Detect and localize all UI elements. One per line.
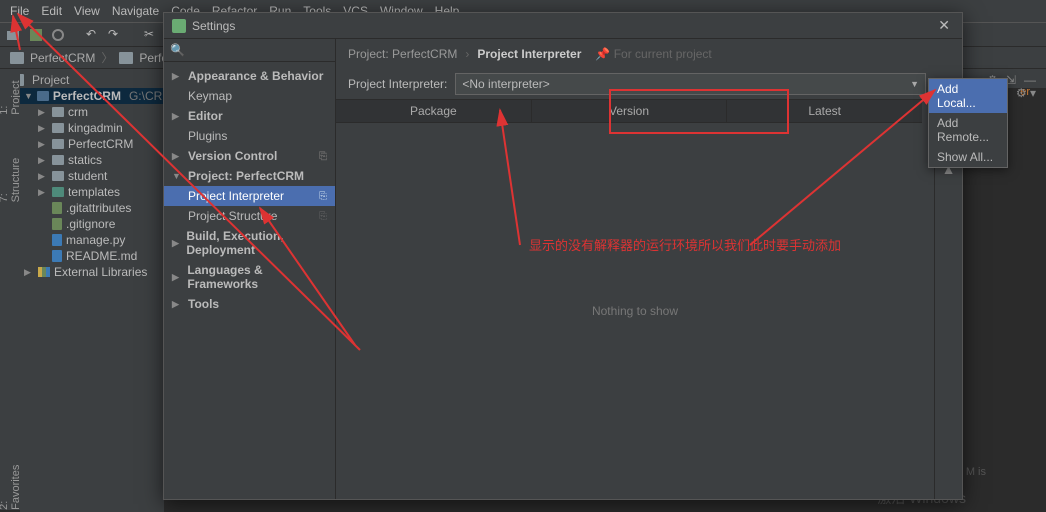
folder-icon <box>37 91 49 101</box>
undo-icon[interactable]: ↶ <box>86 27 102 43</box>
tab-project[interactable]: 1: Project <box>0 76 22 115</box>
search-icon: 🔍 <box>170 43 185 57</box>
interpreter-label: Project Interpreter: <box>348 77 447 91</box>
settings-dialog: Settings ✕ 🔍 ▶Appearance & Behavior Keym… <box>163 12 963 500</box>
scope-badge-icon: ⎘ <box>319 211 327 222</box>
app-icon <box>172 19 186 33</box>
tree-gitattributes[interactable]: .gitattributes <box>20 200 164 216</box>
settings-project-interpreter[interactable]: Project Interpreter⎘ <box>164 186 335 206</box>
close-icon[interactable]: ✕ <box>934 17 954 34</box>
annotation-text: 显示的没有解释器的运行环境所以我们此时要手动添加 <box>476 235 894 254</box>
settings-tree[interactable]: ▶Appearance & Behavior Keymap ▶Editor Pl… <box>164 62 335 499</box>
folder-icon <box>10 52 24 64</box>
scope-badge-icon: ⎘ <box>319 151 327 162</box>
menu-navigate[interactable]: Navigate <box>106 4 165 18</box>
settings-appearance[interactable]: ▶Appearance & Behavior <box>164 66 335 86</box>
library-icon <box>38 267 50 277</box>
settings-content: Project: PerfectCRM › Project Interprete… <box>336 39 962 499</box>
tree-gitignore[interactable]: .gitignore <box>20 216 164 232</box>
file-icon <box>52 218 62 230</box>
crumb-interpreter[interactable]: Project Interpreter <box>477 47 581 61</box>
folder-icon <box>52 171 64 181</box>
refresh-icon[interactable] <box>50 27 66 43</box>
folder-icon <box>119 52 133 64</box>
cut-icon[interactable]: ✂ <box>144 27 160 43</box>
menu-show-all[interactable]: Show All... <box>929 147 1007 167</box>
tab-favorites[interactable]: 2: Favorites <box>0 462 22 510</box>
tree-root[interactable]: ▼ PerfectCRM G:\CRM\Pe <box>20 88 164 104</box>
chevron-down-icon: ▼ <box>910 79 919 89</box>
pin-icon: 📌 <box>595 47 610 61</box>
dialog-titlebar[interactable]: Settings ✕ <box>164 13 962 39</box>
settings-vcs[interactable]: ▶Version Control⎘ <box>164 146 335 166</box>
project-label: Project <box>32 73 69 87</box>
tree-manage[interactable]: manage.py <box>20 232 164 248</box>
tree-root-path: G:\CRM\Pe <box>129 89 165 103</box>
tab-structure[interactable]: 7: Structure <box>0 155 22 202</box>
breadcrumb-project[interactable]: PerfectCRM <box>30 51 95 65</box>
empty-text: Nothing to show <box>592 304 678 318</box>
tree-crm[interactable]: ▶crm <box>20 104 164 120</box>
interpreter-dropdown[interactable]: <No interpreter> ▼ <box>455 73 926 95</box>
settings-keymap[interactable]: Keymap <box>164 86 335 106</box>
crumb-hint: 📌 For current project <box>595 47 711 61</box>
gear-icon[interactable]: ⚙ ▾ <box>1016 86 1036 100</box>
tree-templates[interactable]: ▶templates <box>20 184 164 200</box>
settings-tools[interactable]: ▶Tools <box>164 294 335 314</box>
file-icon <box>52 250 62 262</box>
open-icon[interactable] <box>6 27 22 43</box>
redo-icon[interactable]: ↷ <box>108 27 124 43</box>
python-file-icon <box>52 234 62 246</box>
left-tool-tabs: 1: Project 7: Structure 2: Favorites <box>0 70 20 510</box>
settings-build[interactable]: ▶Build, Execution, Deployment <box>164 226 335 260</box>
file-icon <box>52 202 62 214</box>
settings-project[interactable]: ▼Project: PerfectCRM <box>164 166 335 186</box>
tree-kingadmin[interactable]: ▶kingadmin <box>20 120 164 136</box>
tree-student[interactable]: ▶student <box>20 168 164 184</box>
tree-root-name: PerfectCRM <box>53 89 121 103</box>
settings-plugins[interactable]: Plugins <box>164 126 335 146</box>
interpreter-gear-menu: Add Local... Add Remote... Show All... <box>928 78 1008 168</box>
tree-perfectcrm[interactable]: ▶PerfectCRM <box>20 136 164 152</box>
menu-add-local[interactable]: Add Local... <box>929 79 1007 113</box>
interpreter-value: <No interpreter> <box>462 77 549 91</box>
folder-icon <box>52 123 64 133</box>
folder-icon <box>52 139 64 149</box>
settings-project-structure[interactable]: Project Structure⎘ <box>164 206 335 226</box>
menu-view[interactable]: View <box>68 4 106 18</box>
project-tree[interactable]: ▼ PerfectCRM G:\CRM\Pe ▶crm ▶kingadmin ▶… <box>20 88 165 512</box>
settings-editor[interactable]: ▶Editor <box>164 106 335 126</box>
folder-icon <box>52 107 64 117</box>
settings-breadcrumb: Project: PerfectCRM › Project Interprete… <box>336 39 962 69</box>
search-input[interactable] <box>189 43 344 57</box>
tree-external-libraries[interactable]: ▶External Libraries <box>20 264 164 280</box>
settings-search[interactable]: 🔍 <box>164 39 335 62</box>
col-package[interactable]: Package <box>336 100 531 122</box>
col-latest[interactable]: Latest <box>726 100 922 122</box>
save-icon[interactable] <box>28 27 44 43</box>
watermark-text2: M is <box>966 466 986 478</box>
hide-icon[interactable]: — <box>1024 73 1036 87</box>
dialog-title: Settings <box>192 19 934 33</box>
interpreter-row: Project Interpreter: <No interpreter> ▼ … <box>336 69 962 99</box>
scope-badge-icon: ⎘ <box>319 191 327 202</box>
menu-file[interactable]: File <box>4 4 35 18</box>
tree-statics[interactable]: ▶statics <box>20 152 164 168</box>
package-table-body: Nothing to show 显示的没有解释器的运行环境所以我们此时要手动添加 <box>336 123 934 499</box>
folder-icon <box>52 187 64 197</box>
package-table-header: Package Version Latest <box>336 99 922 123</box>
folder-icon <box>52 155 64 165</box>
tree-readme[interactable]: README.md <box>20 248 164 264</box>
crumb-project[interactable]: Project: PerfectCRM <box>348 47 457 61</box>
menu-edit[interactable]: Edit <box>35 4 68 18</box>
settings-languages[interactable]: ▶Languages & Frameworks <box>164 260 335 294</box>
col-version[interactable]: Version <box>531 100 727 122</box>
menu-add-remote[interactable]: Add Remote... <box>929 113 1007 147</box>
settings-sidebar: 🔍 ▶Appearance & Behavior Keymap ▶Editor … <box>164 39 336 499</box>
